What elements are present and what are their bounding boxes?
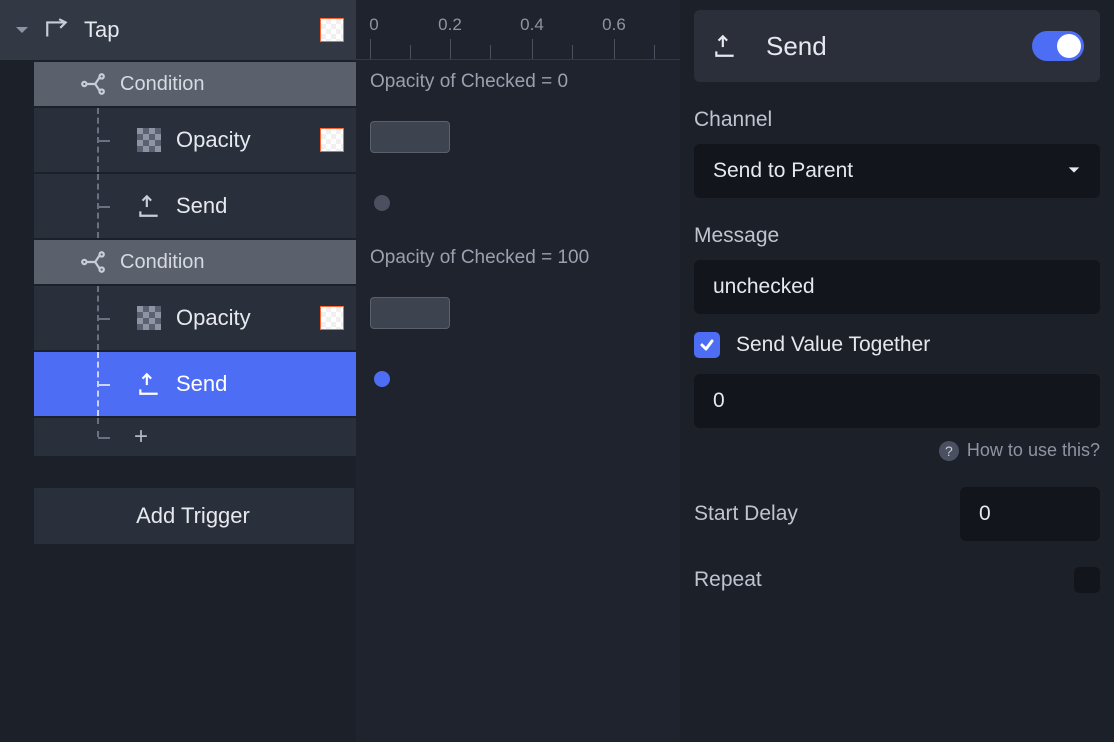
action-label: Opacity	[176, 127, 320, 153]
start-delay-field: Start Delay 0	[694, 487, 1100, 541]
opacity-icon	[134, 125, 164, 155]
target-swatch[interactable]	[320, 18, 344, 42]
start-delay-label: Start Delay	[694, 502, 798, 526]
message-value: unchecked	[713, 275, 815, 299]
condition-label: Condition	[120, 251, 344, 274]
send-icon	[134, 191, 164, 221]
action-label: Opacity	[176, 305, 320, 331]
channel-value: Send to Parent	[713, 159, 853, 183]
condition-row[interactable]: Condition	[34, 240, 356, 284]
repeat-label: Repeat	[694, 568, 762, 592]
send-value-together-label: Send Value Together	[736, 333, 930, 357]
message-input[interactable]: unchecked	[694, 260, 1100, 314]
timeline-clip[interactable]	[370, 297, 450, 329]
ruler-tick-label: 0.2	[438, 15, 462, 35]
action-label: Send	[176, 371, 344, 397]
timeline-track-send[interactable]	[356, 170, 680, 236]
action-row-send[interactable]: Send	[34, 174, 356, 238]
trigger-row-tap[interactable]: Tap	[0, 0, 356, 60]
ruler-tick-label: 0.6	[602, 15, 626, 35]
help-label: How to use this?	[967, 440, 1100, 461]
timeline-track-opacity[interactable]	[356, 280, 680, 346]
channel-label: Channel	[694, 108, 1100, 132]
condition-summary-text: Opacity of Checked = 100	[370, 247, 589, 269]
action-row-opacity[interactable]: Opacity	[34, 286, 356, 350]
message-field: Message unchecked Send Value Together 0 …	[694, 224, 1100, 461]
branch-icon	[78, 69, 108, 99]
tap-icon	[42, 15, 72, 45]
trigger-label: Tap	[84, 17, 320, 43]
start-delay-input[interactable]: 0	[960, 487, 1100, 541]
send-icon	[134, 369, 164, 399]
inspector-header: Send	[694, 10, 1100, 82]
add-trigger-button[interactable]: Add Trigger	[34, 488, 354, 544]
chevron-down-icon	[1067, 159, 1081, 183]
condition-label: Condition	[120, 73, 344, 96]
send-icon	[710, 31, 740, 61]
help-icon: ?	[939, 441, 959, 461]
timeline-condition-summary: Opacity of Checked = 0	[356, 60, 680, 104]
inspector-title: Send	[766, 31, 827, 62]
collapse-icon[interactable]	[10, 22, 34, 38]
help-link[interactable]: ? How to use this?	[694, 440, 1100, 461]
target-swatch[interactable]	[320, 306, 344, 330]
inspector-panel: Send Channel Send to Parent Message unch…	[680, 0, 1114, 742]
timeline-track-send-selected[interactable]	[356, 346, 680, 412]
channel-field: Channel Send to Parent	[694, 108, 1100, 198]
timeline-condition-summary: Opacity of Checked = 100	[356, 236, 680, 280]
condition-summary-text: Opacity of Checked = 0	[370, 71, 568, 93]
action-row-send-selected[interactable]: Send	[34, 352, 356, 416]
repeat-checkbox[interactable]	[1074, 567, 1100, 593]
message-label: Message	[694, 224, 1100, 248]
timeline-panel: 0 0.2 0.4 0.6 Opacity of Checked = 0 Opa…	[356, 0, 680, 742]
opacity-icon	[134, 303, 164, 333]
add-trigger-label: Add Trigger	[136, 503, 250, 529]
value-text: 0	[713, 389, 725, 413]
channel-select[interactable]: Send to Parent	[694, 144, 1100, 198]
send-value-together-checkbox[interactable]	[694, 332, 720, 358]
timeline-marker[interactable]	[374, 195, 390, 211]
target-swatch[interactable]	[320, 128, 344, 152]
value-input[interactable]: 0	[694, 374, 1100, 428]
timeline-track-opacity[interactable]	[356, 104, 680, 170]
trigger-tree-panel: Tap Condition Opacity Send	[0, 0, 356, 742]
start-delay-value: 0	[979, 502, 991, 526]
timeline-marker-active[interactable]	[374, 371, 390, 387]
action-label: Send	[176, 193, 344, 219]
timeline-ruler[interactable]: 0 0.2 0.4 0.6	[356, 0, 680, 60]
ruler-tick-label: 0.4	[520, 15, 544, 35]
branch-icon	[78, 247, 108, 277]
ruler-tick-label: 0	[369, 15, 378, 35]
timeline-clip[interactable]	[370, 121, 450, 153]
action-row-opacity[interactable]: Opacity	[34, 108, 356, 172]
condition-row[interactable]: Condition	[34, 62, 356, 106]
repeat-field: Repeat	[694, 567, 1100, 593]
action-enabled-toggle[interactable]	[1032, 31, 1084, 61]
add-action-row[interactable]: +	[34, 418, 356, 456]
